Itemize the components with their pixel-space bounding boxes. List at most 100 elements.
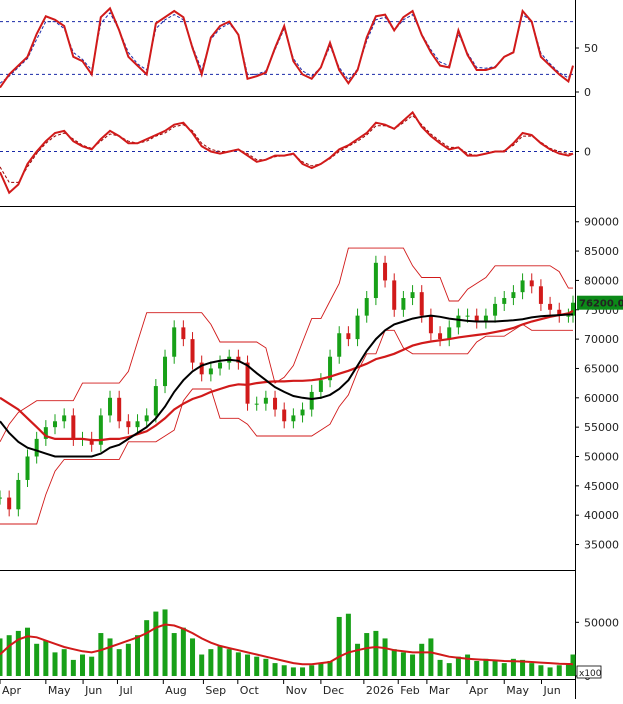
volume-bar [107,638,113,676]
candle-body [520,280,525,293]
volume-bar [144,620,150,676]
volume-bar [171,633,177,676]
candle-body [392,280,397,310]
volume-bar [382,638,388,676]
y-axis-ticks: 0 50 0 35000 40000 45000 50000 55000 60000 65000 7… [575,42,619,683]
candle-body [465,315,470,317]
candle-body [346,333,351,340]
volume-bar [153,611,159,676]
volume-bar [474,660,480,676]
candle-body [71,415,76,439]
candle-body [419,292,424,316]
volume-bar [34,643,40,676]
stochastic-main-line [0,6,574,89]
y-tick-label: 45000 [584,480,619,493]
volume-bar [290,667,296,676]
volume-bar [70,659,76,676]
candle-body [34,438,39,457]
volume-bar [190,638,196,676]
y-tick-label: 60000 [584,392,619,405]
price-panel [0,247,575,525]
volume-bar [226,649,232,676]
candle-body [172,327,177,357]
candle-body [163,356,168,387]
candle-body [447,327,452,340]
candle-body [181,327,186,340]
volume-bar [43,640,49,676]
candle-body [355,315,360,340]
volume-bar [281,665,287,676]
volume-bar [345,613,351,676]
time-tick-label: Apr [2,684,22,697]
candle-body [273,397,278,410]
y-tick-label: 80000 [584,274,619,287]
y-tick-label: 85000 [584,245,619,258]
y-tick-label: 50000 [584,616,619,629]
stochastic-signal-line [0,11,574,84]
volume-bar [162,609,168,676]
volume-bar [300,667,306,676]
candle-body [401,298,406,310]
volume-bar [135,635,141,676]
candle-body [428,315,433,334]
time-tick-label: Jul [118,684,132,697]
y-tick-label: 90000 [584,216,619,229]
candle-body [53,421,58,428]
y-tick-label: 40000 [584,509,619,522]
oscillator-panel [0,110,574,195]
candle-body [25,456,30,480]
candle-body [410,292,415,299]
volume-bar [483,658,489,676]
y-tick-label: 65000 [584,362,619,375]
candle-body [153,386,158,416]
candle-body [538,286,543,304]
candle-body [438,333,443,340]
candle-body [300,409,305,416]
volume-bar [355,643,361,676]
volume-bar [437,659,443,676]
volume-bar [336,616,342,676]
volume-bar [428,638,434,676]
volume-bar [0,638,3,676]
upper-band-line [0,247,573,443]
candle-body [0,497,2,499]
volume-bar [6,635,12,676]
volume-bar [501,663,507,676]
candle-body [135,421,140,428]
volume-panel [0,609,576,676]
volume-bar [538,665,544,676]
candle-body [16,479,21,510]
volume-bar [529,663,535,676]
candle-body [108,397,113,416]
candle-body [126,421,131,428]
technical-analysis-chart: 0 50 0 35000 40000 45000 50000 55000 60000 65000 7… [0,0,623,699]
candle-body [529,280,534,287]
long-moving-average-line [0,309,574,442]
oscillator-signal-line [0,114,573,183]
candle-body [309,391,314,410]
volume-bar [217,645,223,676]
candle-body [291,415,296,422]
volume-average-line [0,623,574,666]
candle-body [383,262,388,281]
volume-bar [446,663,452,676]
time-tick-label: May [506,684,529,697]
y-tick-label: 70000 [584,333,619,346]
volume-bar [364,633,370,676]
candle-body [456,315,461,328]
candle-body [364,298,369,316]
volume-bar [61,649,67,676]
volume-bar [419,643,425,676]
volume-bar [263,658,269,676]
candle-body [282,409,287,422]
lower-band-line [0,323,573,525]
time-tick-label: Apr [469,684,489,697]
volume-bar [89,656,95,676]
candle-body [245,362,250,404]
candle-body [208,368,213,375]
stock-chart-window: 0 50 0 35000 40000 45000 50000 55000 60000 65000 7… [0,0,623,699]
time-tick-label: Feb [400,684,419,697]
candle-body [337,333,342,357]
time-tick-label: Jun [542,684,560,697]
time-tick-label: Nov [286,684,308,697]
